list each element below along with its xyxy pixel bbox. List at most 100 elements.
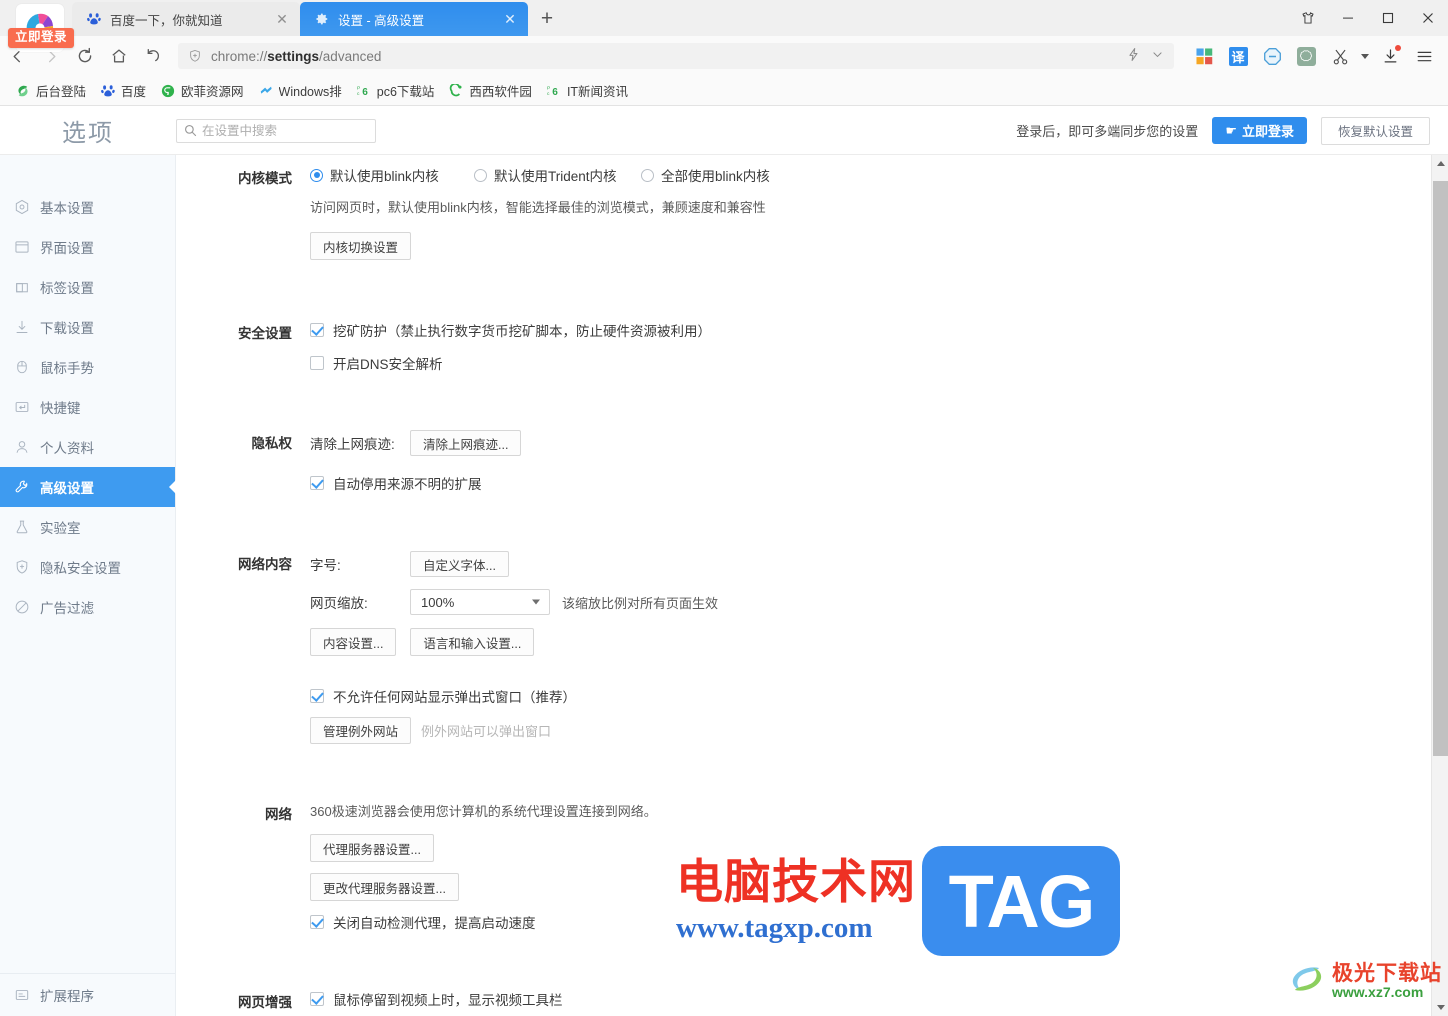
kernel-switch-settings-button[interactable]: 内核切换设置 [310, 232, 412, 260]
sidebar-item-label: 鼠标手势 [40, 361, 94, 376]
sidebar-item-mouse-gesture[interactable]: 鼠标手势 [0, 347, 175, 387]
screenshot-scissors-icon[interactable] [1324, 41, 1356, 71]
tab-close-icon[interactable]: ✕ [274, 11, 290, 27]
proxy-server-settings-button[interactable]: 代理服务器设置... [310, 834, 434, 862]
sidebar-item-shortcut[interactable]: 快捷键 [0, 387, 175, 427]
address-bar[interactable]: chrome://settings/advanced [178, 43, 1174, 69]
manage-exception-sites-button[interactable]: 管理例外网站 [310, 717, 412, 744]
search-box[interactable] [176, 118, 376, 143]
tab-title: 百度一下，你就知道 [110, 13, 223, 28]
content-settings-button[interactable]: 内容设置... [310, 628, 397, 656]
sidebar-item-privacy-security[interactable]: 隐私安全设置 [0, 547, 175, 587]
checkbox-box [310, 323, 324, 337]
scrollbar-thumb[interactable] [1433, 181, 1448, 756]
scissors-dropdown-icon[interactable] [1358, 41, 1372, 71]
chevron-down-icon [532, 599, 540, 605]
window-icon [13, 238, 31, 256]
checkbox-disable-unknown-extensions[interactable]: 自动停用来源不明的扩展 [310, 473, 1448, 493]
sidebar-item-download[interactable]: 下载设置 [0, 307, 175, 347]
checkbox-label: 不允许任何网站显示弹出式窗口（推荐） [333, 690, 576, 705]
window-controls [1288, 0, 1448, 36]
section-kernel-mode: 内核模式 默认使用blink内核 默认使用Trident内核 全部使用blink… [177, 165, 1448, 260]
section-label: 网页增强 [238, 995, 292, 1010]
login-now-label: 立即登录 [1241, 124, 1294, 139]
login-badge[interactable]: 立即登录 [8, 28, 75, 48]
maximize-icon[interactable] [1368, 0, 1408, 36]
sidebar-item-ad-filter[interactable]: 广告过滤 [0, 587, 175, 627]
close-icon[interactable] [1408, 0, 1448, 36]
radio-blink-all[interactable]: 全部使用blink内核 [641, 165, 770, 185]
page-zoom-label: 网页缩放: [310, 596, 368, 611]
bookmark-label: 欧菲资源网 [181, 85, 244, 99]
checkbox-mining-protection[interactable]: 挖矿防护（禁止执行数字货币挖矿脚本，防止硬件资源被利用） [310, 320, 1448, 340]
sidebar-item-lab[interactable]: 实验室 [0, 507, 175, 547]
bookmark-item[interactable]: Pc6 IT新闻资讯 [539, 80, 635, 102]
sidebar-item-label: 标签设置 [40, 281, 94, 296]
scroll-down-arrow[interactable] [1432, 999, 1448, 1016]
svg-text:P: P [547, 85, 550, 91]
radio-label: 默认使用Trident内核 [494, 169, 617, 184]
skin-icon[interactable] [1288, 0, 1328, 36]
microsoft-apps-icon[interactable] [1188, 41, 1220, 71]
tab-settings[interactable]: 设置 - 高级设置 ✕ [300, 2, 528, 36]
radio-blink-default[interactable]: 默认使用blink内核 [310, 165, 474, 185]
menu-icon[interactable] [1408, 41, 1440, 71]
sidebar-item-extensions[interactable]: 扩展程序 [0, 974, 175, 1016]
sidebar-item-label: 个人资料 [40, 441, 94, 456]
translate-icon[interactable]: 译 [1222, 41, 1254, 71]
chevron-down-icon[interactable] [1151, 48, 1164, 64]
vertical-scrollbar[interactable] [1431, 155, 1448, 1016]
radio-dot [310, 168, 323, 182]
checkbox-disable-auto-proxy-detect[interactable]: 关闭自动检测代理，提高启动速度 [310, 912, 1448, 932]
change-proxy-settings-button[interactable]: 更改代理服务器设置... [310, 873, 459, 901]
sidebar-item-profile[interactable]: 个人资料 [0, 427, 175, 467]
login-now-button[interactable]: ☛ 立即登录 [1212, 117, 1307, 144]
omnibox-actions [1126, 47, 1164, 65]
checkbox-dns-secure[interactable]: 开启DNS安全解析 [310, 353, 1448, 373]
tab-baidu[interactable]: 百度一下，你就知道 ✕ [72, 2, 300, 36]
downloads-icon[interactable] [1374, 41, 1406, 71]
shield-plus-icon [188, 49, 202, 63]
download-arrow-icon [13, 318, 31, 336]
home-icon[interactable] [102, 41, 136, 71]
sidebar-item-interface[interactable]: 界面设置 [0, 227, 175, 267]
undo-restore-icon[interactable] [136, 41, 170, 71]
checkbox-block-popups[interactable]: 不允许任何网站显示弹出式窗口（推荐） [310, 686, 1448, 706]
sidebar-item-label: 隐私安全设置 [40, 561, 121, 576]
page-zoom-select[interactable]: 100% [410, 589, 550, 615]
green-c-icon [448, 83, 464, 99]
sidebar-item-tab[interactable]: 标签设置 [0, 267, 175, 307]
radio-label: 默认使用blink内核 [330, 169, 439, 184]
radio-trident-default[interactable]: 默认使用Trident内核 [474, 165, 641, 185]
sidebar-item-label: 下载设置 [40, 321, 94, 336]
bookmark-item[interactable]: 百度 [93, 80, 153, 102]
kernel-description: 访问网页时，默认使用blink内核，智能选择最佳的浏览模式，兼顾速度和兼容性 [310, 200, 766, 215]
bookmark-item[interactable]: 后台登陆 [8, 80, 93, 102]
tab-strip: 立即登录 百度一下，你就知道 ✕ 设置 - 高级设置 ✕ + [0, 0, 1448, 52]
chatgpt-icon[interactable] [1290, 41, 1322, 71]
clear-traces-button[interactable]: 清除上网痕迹... [410, 430, 522, 456]
bookmark-item[interactable]: Pc6 pc6下载站 [349, 80, 442, 102]
adblock-icon[interactable] [1256, 41, 1288, 71]
scroll-up-arrow[interactable] [1432, 155, 1448, 172]
custom-font-button[interactable]: 自定义字体... [410, 551, 509, 577]
bookmark-item[interactable]: 欧菲资源网 [153, 80, 251, 102]
language-input-settings-button[interactable]: 语言和输入设置... [410, 628, 535, 656]
new-tab-button[interactable]: + [532, 3, 562, 33]
settings-sections: 内核模式 默认使用blink内核 默认使用Trident内核 全部使用blink… [177, 165, 1448, 1011]
checkbox-label: 关闭自动检测代理，提高启动速度 [333, 916, 536, 931]
settings-page: 选项 登录后，即可多端同步您的设置 ☛ 立即登录 恢复默认设置 [0, 107, 1448, 1016]
tab-title: 设置 - 高级设置 [338, 13, 425, 28]
shield-plus-icon [13, 558, 31, 576]
sidebar-item-label: 广告过滤 [40, 601, 94, 616]
minimize-icon[interactable] [1328, 0, 1368, 36]
bookmark-item[interactable]: Windows排 [251, 80, 349, 102]
flash-icon[interactable] [1126, 47, 1141, 65]
sidebar-item-advanced[interactable]: 高级设置 [0, 467, 175, 507]
search-input[interactable] [202, 123, 368, 138]
tab-close-icon[interactable]: ✕ [502, 11, 518, 27]
bookmark-item[interactable]: 西西软件园 [441, 80, 539, 102]
restore-defaults-button[interactable]: 恢复默认设置 [1320, 116, 1430, 145]
sidebar-item-basic[interactable]: 基本设置 [0, 187, 175, 227]
checkbox-video-toolbar[interactable]: 鼠标停留到视频上时，显示视频工具栏 [310, 989, 1448, 1009]
